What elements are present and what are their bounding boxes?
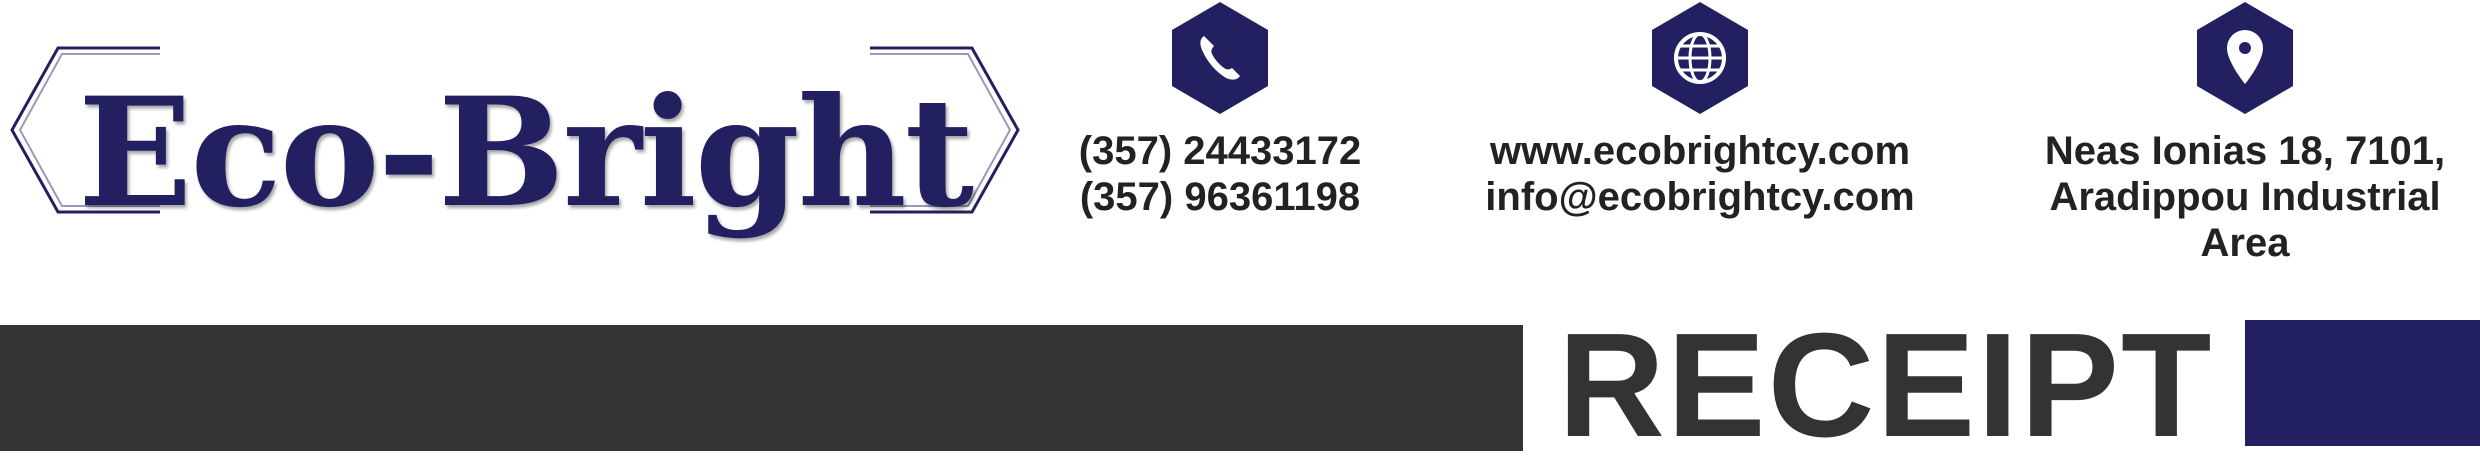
phone-icon bbox=[1172, 2, 1268, 114]
address-line-3: Area bbox=[2200, 221, 2290, 265]
document-title: RECEIPT bbox=[1558, 303, 2214, 468]
phone-number-1[interactable]: (357) 24433172 bbox=[1070, 128, 1370, 174]
header-dark-band bbox=[0, 325, 1523, 451]
location-pin-icon bbox=[2197, 2, 2293, 114]
website-link[interactable]: www.ecobrightcy.com bbox=[1460, 128, 1940, 174]
contact-phone: (357) 24433172 (357) 96361198 bbox=[1070, 0, 1370, 220]
address-line-2: Aradippou Industrial bbox=[2049, 175, 2441, 219]
logo-wordmark: Eco-Bright bbox=[78, 65, 974, 241]
address-line-1: Neas Ionias 18, 7101, bbox=[2044, 129, 2446, 173]
contact-web: www.ecobrightcy.com info@ecobrightcy.com bbox=[1460, 0, 1940, 220]
header-accent-block bbox=[2245, 320, 2480, 446]
company-logo: Eco-Bright bbox=[0, 30, 1030, 250]
globe-icon bbox=[1652, 2, 1748, 114]
phone-number-2[interactable]: (357) 96361198 bbox=[1070, 174, 1370, 220]
contact-address: Neas Ionias 18, 7101, Aradippou Industri… bbox=[2010, 0, 2480, 266]
email-link[interactable]: info@ecobrightcy.com bbox=[1460, 174, 1940, 220]
